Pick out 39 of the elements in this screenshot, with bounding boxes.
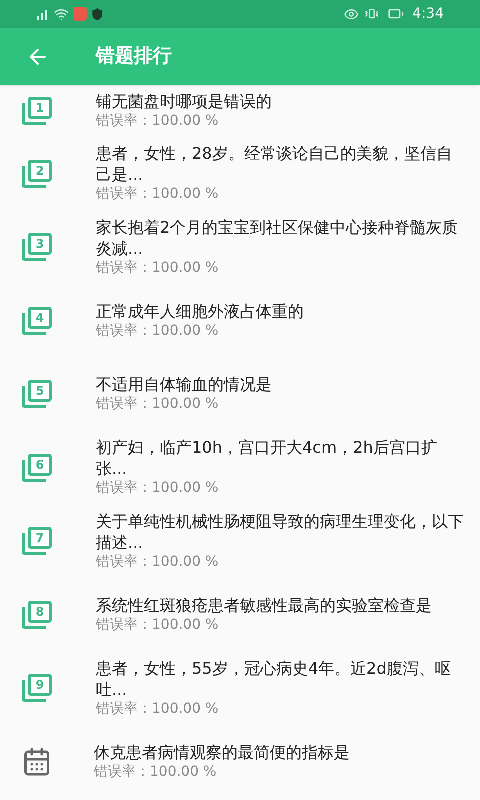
calendar-icon — [22, 746, 52, 777]
question-title: 铺无菌盘时哪项是错误的 — [96, 91, 272, 112]
question-row[interactable]: 9 患者，女性，55岁，冠心病史4年。近2d腹泻、呕吐... 错误率：100.00 % — [0, 652, 480, 725]
error-rate: 错误率：100.00 % — [96, 700, 220, 719]
page-title: 错题排行 — [96, 44, 172, 70]
app-icon — [73, 7, 87, 21]
question-title: 系统性红斑狼疮患者敏感性最高的实验室检查是 — [96, 594, 432, 616]
error-rate: 错误率：100.00 % — [96, 552, 220, 572]
question-row[interactable]: 5 不适用自体输血的情况是 错误率：100.00 % — [0, 358, 480, 431]
question-row[interactable]: 6 初产妇，临产10h，宫口开大4cm，2h后宫口扩张... 错误率：100.00 % — [0, 431, 480, 504]
question-row[interactable]: 8 系统性红斑狼疮患者敏感性最高的实验室检查是 错误率：100.00 % — [0, 578, 480, 652]
question-row[interactable]: 1 铺无菌盘时哪项是错误的 错误率：100.00 % — [0, 85, 480, 137]
question-title: 休克患者病情观察的最简便的指标是 — [94, 742, 350, 763]
error-rate: 错误率：100.00 % — [96, 395, 220, 414]
status-time: 4:34 — [412, 4, 444, 24]
error-rate: 错误率：100.00 % — [96, 322, 220, 341]
error-rate: 错误率：100.00 % — [96, 112, 220, 131]
question-title: 患者，女性，55岁，冠心病史4年。近2d腹泻、呕吐... — [96, 658, 452, 700]
question-title: 患者，女性，28岁。经常谈论自己的美貌，坚信自己是... — [96, 143, 454, 186]
question-row[interactable]: 7 关于单纯性机械性肠梗阻导致的病理生理变化，以下描述... 错误率：100.00 % — [0, 504, 480, 578]
question-row[interactable]: 3 家长抱着2个月的宝宝到社区保健中心接种脊髓灰质炎减... 错误率：100.00 % — [0, 210, 480, 284]
question-row[interactable]: 2 患者，女性，28岁。经常谈论自己的美貌，坚信自己是... 错误率：100.00 % — [0, 137, 480, 210]
error-rate: 错误率：100.00 % — [96, 616, 220, 635]
error-rate: 错误率：100.00 % — [96, 258, 220, 278]
question-title: 家长抱着2个月的宝宝到社区保健中心接种脊髓灰质炎减... — [96, 216, 460, 259]
eye-icon — [344, 6, 359, 22]
error-rate: 错误率：100.00 % — [96, 479, 220, 498]
error-rate: 错误率：100.00 % — [94, 762, 218, 782]
wifi-icon — [54, 6, 69, 22]
error-rate: 错误率：100.00 % — [96, 185, 220, 204]
question-title: 不适用自体输血的情况是 — [96, 374, 272, 396]
question-title: 关于单纯性机械性肠梗阻导致的病理生理变化，以下描述... — [96, 510, 464, 553]
signal-icon — [36, 8, 50, 20]
question-row[interactable]: 休克患者病情观察的最简便的指标是 错误率：100.00 % — [0, 725, 480, 798]
question-title: 初产妇，临产10h，宫口开大4cm，2h后宫口扩张... — [96, 437, 438, 480]
shield-icon — [91, 8, 104, 20]
vibrate-icon — [364, 7, 379, 21]
question-row[interactable]: 4 正常成年人细胞外液占体重的 错误率：100.00 % — [0, 284, 480, 358]
question-title: 正常成年人细胞外液占体重的 — [96, 300, 304, 322]
